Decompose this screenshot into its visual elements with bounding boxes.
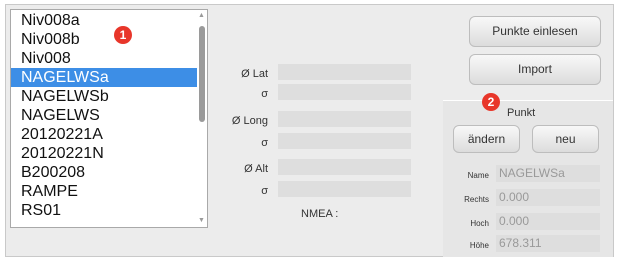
alt-sigma-field[interactable]: [278, 181, 411, 197]
list-item[interactable]: B200208: [11, 163, 197, 182]
list-scrollbar[interactable]: ▲ ▼: [197, 10, 207, 227]
lat-field[interactable]: [278, 64, 411, 80]
list-item[interactable]: Niv008a: [11, 11, 197, 30]
hoehe-label: Höhe: [469, 241, 489, 250]
name-label: Name: [467, 171, 489, 180]
rechts-label: Rechts: [464, 195, 489, 204]
scroll-up-icon[interactable]: ▲: [198, 12, 205, 19]
list-item[interactable]: NAGELWSb: [11, 87, 197, 106]
nmea-label: NMEA :: [301, 208, 339, 220]
scroll-thumb[interactable]: [199, 26, 205, 122]
long-field[interactable]: [278, 111, 411, 127]
point-listbox[interactable]: Niv008a Niv008b Niv008 NAGELWSa NAGELWSb…: [10, 9, 208, 228]
hoehe-field[interactable]: 678.311: [496, 235, 600, 252]
long-sigma-label: σ: [261, 137, 268, 149]
lat-sigma-field[interactable]: [278, 84, 411, 100]
list-item[interactable]: Niv008: [11, 49, 197, 68]
import-button[interactable]: Import: [469, 54, 601, 85]
rechts-field[interactable]: 0.000: [496, 189, 600, 206]
hoch-label: Hoch: [470, 219, 489, 228]
alt-sigma-label: σ: [261, 185, 268, 197]
long-label: Ø Long: [231, 115, 268, 127]
list-item[interactable]: RS01: [11, 201, 197, 220]
list-item[interactable]: Niv008b: [11, 30, 197, 49]
new-button[interactable]: neu: [532, 125, 599, 153]
list-item[interactable]: NAGELWS: [11, 106, 197, 125]
read-points-button[interactable]: Punkte einlesen: [469, 16, 601, 47]
scroll-down-icon[interactable]: ▼: [198, 217, 205, 224]
change-button[interactable]: ändern: [453, 125, 520, 153]
list-item[interactable]: 20120221A: [11, 125, 197, 144]
name-field[interactable]: NAGELWSa: [496, 165, 600, 182]
alt-field[interactable]: [278, 159, 411, 175]
long-sigma-field[interactable]: [278, 133, 411, 149]
list-item-selected[interactable]: NAGELWSa: [11, 68, 197, 87]
list-item[interactable]: RAMPE: [11, 182, 197, 201]
lat-sigma-label: σ: [261, 88, 268, 100]
list-item[interactable]: 20120221N: [11, 144, 197, 163]
callout-badge-1: 1: [114, 26, 132, 44]
punkt-title: Punkt: [507, 107, 536, 119]
alt-label: Ø Alt: [244, 163, 268, 175]
hoch-field[interactable]: 0.000: [496, 213, 600, 230]
main-window: Niv008a Niv008b Niv008 NAGELWSa NAGELWSb…: [5, 4, 614, 257]
lat-label: Ø Lat: [241, 68, 268, 80]
callout-badge-2: 2: [482, 93, 500, 111]
